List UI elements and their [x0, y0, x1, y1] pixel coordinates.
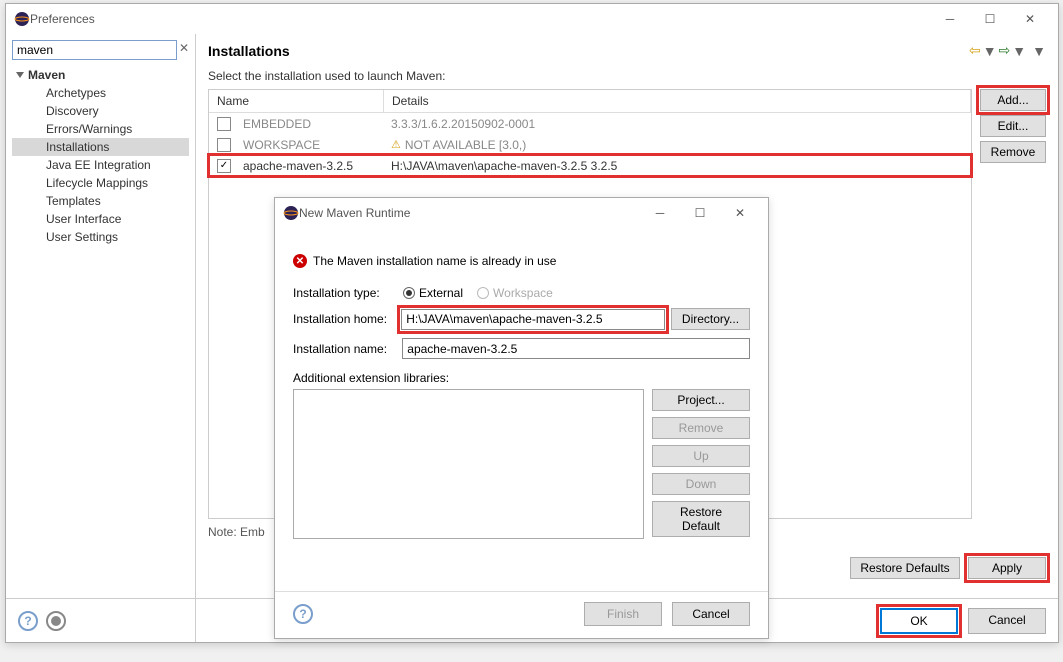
clear-filter-icon[interactable]: ✕ — [179, 41, 189, 59]
error-message: ✕ The Maven installation name is already… — [293, 254, 750, 268]
back-icon[interactable]: ⇦ — [969, 42, 981, 59]
maximize-button[interactable]: ☐ — [970, 5, 1010, 33]
radio-external[interactable] — [403, 287, 415, 299]
libraries-list[interactable] — [293, 389, 644, 539]
new-runtime-dialog: New Maven Runtime ─ ☐ ✕ ✕ The Maven inst… — [274, 197, 769, 639]
restore-defaults-button[interactable]: Restore Defaults — [850, 557, 960, 579]
tree-item-user-interface[interactable]: User Interface — [12, 210, 189, 228]
dialog-cancel-button[interactable]: Cancel — [672, 602, 750, 626]
warning-icon: ⚠ — [391, 138, 401, 151]
type-label: Installation type: — [293, 286, 403, 300]
instruction-text: Select the installation used to launch M… — [208, 69, 1046, 83]
window-title: Preferences — [30, 12, 930, 26]
row-checkbox[interactable]: ✓ — [217, 159, 231, 173]
dialog-minimize-button[interactable]: ─ — [640, 199, 680, 227]
page-title: Installations — [208, 43, 290, 59]
dialog-maximize-button[interactable]: ☐ — [680, 199, 720, 227]
name-label: Installation name: — [293, 342, 402, 356]
remove-button[interactable]: Remove — [980, 141, 1046, 163]
minimize-button[interactable]: ─ — [930, 5, 970, 33]
help-icon[interactable]: ? — [18, 611, 38, 631]
edit-button[interactable]: Edit... — [980, 115, 1046, 137]
col-details[interactable]: Details — [384, 90, 971, 112]
titlebar: Preferences ─ ☐ ✕ — [6, 4, 1058, 34]
forward-icon[interactable]: ⇨ — [999, 42, 1011, 59]
dialog-help-icon[interactable]: ? — [293, 604, 313, 624]
finish-button: Finish — [584, 602, 662, 626]
apply-button[interactable]: Apply — [968, 557, 1046, 579]
error-icon: ✕ — [293, 254, 307, 268]
dialog-close-button[interactable]: ✕ — [720, 199, 760, 227]
dialog-titlebar: New Maven Runtime ─ ☐ ✕ — [275, 198, 768, 228]
sidebar: ✕ Maven Archetypes Discovery Errors/Warn… — [6, 34, 196, 642]
preference-tree: Maven Archetypes Discovery Errors/Warnin… — [12, 64, 189, 248]
up-button: Up — [652, 445, 750, 467]
tree-item-templates[interactable]: Templates — [12, 192, 189, 210]
table-row[interactable]: ✓ apache-maven-3.2.5 H:\JAVA\maven\apach… — [209, 155, 971, 176]
tree-item-discovery[interactable]: Discovery — [12, 102, 189, 120]
view-menu-icon[interactable]: ▼ — [1032, 43, 1046, 59]
row-checkbox[interactable] — [217, 138, 231, 152]
lib-remove-button: Remove — [652, 417, 750, 439]
home-label: Installation home: — [293, 312, 401, 326]
eclipse-icon — [283, 205, 299, 221]
tree-item-archetypes[interactable]: Archetypes — [12, 84, 189, 102]
tree-item-errors-warnings[interactable]: Errors/Warnings — [12, 120, 189, 138]
tree-item-installations[interactable]: Installations — [12, 138, 189, 156]
table-row[interactable]: WORKSPACE ⚠NOT AVAILABLE [3.0,) — [209, 134, 971, 155]
row-checkbox[interactable] — [217, 117, 231, 131]
down-button: Down — [652, 473, 750, 495]
restore-default-button[interactable]: Restore Default — [652, 501, 750, 537]
eclipse-icon — [14, 11, 30, 27]
close-button[interactable]: ✕ — [1010, 5, 1050, 33]
forward-menu-icon[interactable]: ▼ — [1012, 43, 1026, 59]
add-button[interactable]: Add... — [980, 89, 1046, 111]
ok-button[interactable]: OK — [880, 608, 958, 634]
tree-item-lifecycle[interactable]: Lifecycle Mappings — [12, 174, 189, 192]
directory-button[interactable]: Directory... — [671, 308, 750, 330]
tree-item-java-ee[interactable]: Java EE Integration — [12, 156, 189, 174]
filter-input[interactable] — [12, 40, 177, 60]
col-name[interactable]: Name — [209, 90, 384, 112]
nav-history: ⇦ ▼ ⇨ ▼ ▼ — [969, 42, 1046, 59]
project-button[interactable]: Project... — [652, 389, 750, 411]
back-menu-icon[interactable]: ▼ — [983, 43, 997, 59]
tree-root-maven[interactable]: Maven — [12, 66, 189, 84]
dialog-title: New Maven Runtime — [299, 206, 640, 220]
name-input[interactable] — [402, 338, 750, 359]
import-export-icon[interactable] — [46, 611, 66, 631]
table-row[interactable]: EMBEDDED 3.3.3/1.6.2.20150902-0001 — [209, 113, 971, 134]
libs-label: Additional extension libraries: — [293, 371, 750, 385]
cancel-button[interactable]: Cancel — [968, 608, 1046, 634]
tree-item-user-settings[interactable]: User Settings — [12, 228, 189, 246]
home-input[interactable] — [401, 309, 665, 330]
radio-workspace — [477, 287, 489, 299]
